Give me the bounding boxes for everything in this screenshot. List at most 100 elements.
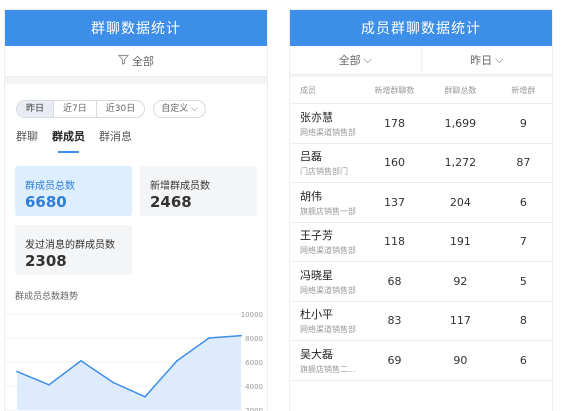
filter-icon	[117, 54, 130, 68]
new-members-cell: 87	[516, 156, 531, 170]
trend-point	[80, 360, 82, 362]
trend-point	[144, 396, 146, 398]
scope-label: 全部	[338, 54, 361, 67]
new-members-cell: 9	[519, 116, 527, 130]
date-7-days[interactable]: 近7日	[54, 101, 97, 117]
member-name: 吴大磊	[300, 347, 333, 361]
total-members-card[interactable]: 群成员总数 6680	[15, 166, 132, 216]
active-members-card[interactable]: 发过消息的群成员数 2308	[15, 225, 132, 275]
new-members-card[interactable]: 新增群成员数 2468	[140, 166, 257, 216]
scope-dropdown[interactable]: 全部 ⌵	[290, 46, 422, 74]
tab-group-members[interactable]: 群成员	[52, 128, 85, 153]
card-value: 2308	[25, 252, 67, 270]
total-groups-cell: 117	[449, 314, 471, 328]
member-cell: 杜小平网络渠道销售部	[290, 306, 363, 335]
card-label: 发过消息的群成员数	[25, 240, 115, 251]
new-members-cell: 8	[519, 314, 527, 328]
total-groups-cell: 92	[453, 274, 468, 288]
card-label: 群成员总数	[25, 181, 75, 192]
member-name: 张亦慧	[300, 110, 333, 124]
tab-group-messages[interactable]: 群消息	[99, 128, 132, 144]
trend-point	[16, 370, 18, 373]
total-groups-cell: 90	[453, 353, 468, 367]
y-tick-label: 6000	[245, 359, 263, 367]
total-groups-cell: 1,699	[444, 116, 477, 130]
member-cell: 吴大磊旗舰店销售二...	[290, 346, 363, 375]
date-yesterday[interactable]: 昨日	[17, 101, 55, 117]
custom-date-button[interactable]: 自定义 ⌵	[153, 100, 206, 118]
new-groups-cell: 68	[387, 274, 402, 288]
new-groups-cell: 178	[384, 116, 405, 130]
new-members-cell: 6	[519, 195, 527, 209]
table-row[interactable]: 吴大磊旗舰店销售二... 69 90 6	[290, 341, 552, 381]
member-cell: 冯晓星 网络渠道销售部	[290, 267, 363, 296]
filter-bar: 全部 ⌵ 昨日 ⌵	[290, 46, 552, 75]
table-header: 成员 新增群聊数 群聊总数 新增群	[290, 77, 552, 104]
member-cell: 张亦慧网络渠道销售部	[290, 109, 363, 138]
date-dropdown[interactable]: 昨日 ⌵	[422, 46, 553, 74]
y-tick-label: 2000	[245, 407, 263, 411]
filter-dropdown[interactable]: 全部	[5, 46, 267, 77]
card-value: 2468	[150, 193, 192, 211]
member-name: 王子芳	[300, 229, 333, 243]
group-stats-screen: 群聊数据统计 全部 昨日 近7日 近30日 自定义 ⌵ 群聊 群成员 群消息 群…	[5, 10, 267, 411]
trend-point	[208, 337, 210, 339]
table-row[interactable]: 张亦慧网络渠道销售部 178 1,699 9	[290, 104, 552, 144]
trend-point	[176, 360, 178, 362]
column-header-new-members[interactable]: 新增群	[495, 85, 552, 96]
member-department: 网络渠道销售部	[300, 285, 356, 295]
member-trend-chart: 10000 8000 6000 4000 2000	[5, 311, 263, 411]
column-header-member[interactable]: 成员	[290, 85, 363, 96]
member-cell: 王子芳网络渠道销售部	[290, 227, 363, 256]
member-department: 旗舰店销售二...	[300, 364, 356, 374]
new-groups-cell: 83	[387, 314, 402, 328]
y-tick-label: 10000	[241, 311, 263, 319]
date-label: 昨日	[470, 54, 493, 67]
custom-date-label: 自定义	[161, 104, 189, 114]
new-groups-cell: 137	[384, 195, 405, 209]
member-department: 网络渠道销售部	[300, 127, 356, 137]
new-members-cell: 7	[519, 235, 527, 249]
table-row[interactable]: 吕磊 门店销售部门 160 1,272 87	[290, 144, 552, 183]
date-30-days[interactable]: 近30日	[97, 101, 144, 117]
card-value: 6680	[25, 193, 67, 211]
trend-point	[240, 334, 242, 337]
table-row[interactable]: 胡伟 旗舰店销售一部 137 204 6	[290, 183, 552, 223]
column-header-new-groups[interactable]: 新增群聊数	[363, 85, 426, 96]
trend-area-fill	[17, 335, 241, 410]
tab-group-chats[interactable]: 群聊	[16, 128, 38, 144]
column-header-total-groups[interactable]: 群聊总数	[426, 85, 495, 96]
member-department: 网络渠道销售部	[300, 246, 356, 256]
total-groups-cell: 191	[449, 235, 471, 249]
member-table-body: 张亦慧 网络渠道销售部 178 1,699 9 吕磊 门店销售部门 160 1,272 87 胡伟旗…	[290, 104, 552, 381]
new-groups-cell: 160	[384, 156, 405, 170]
chevron-down-icon: ⌵	[363, 53, 372, 66]
trend-point	[48, 384, 50, 386]
filter-label: 全部	[132, 55, 154, 68]
y-tick-label: 8000	[245, 335, 263, 343]
member-name: 胡伟	[300, 189, 322, 203]
member-cell: 吕磊 门店销售部门	[290, 148, 363, 177]
section-divider	[5, 77, 267, 84]
member-group-stats-screen: 成员群聊数据统计 全部 ⌵ 昨日 ⌵ 成员 新增群聊数 群聊总数 新增群 张亦慧…	[290, 10, 552, 411]
total-groups-cell: 1,272	[444, 156, 477, 170]
y-tick-label: 4000	[245, 383, 263, 391]
date-range-selector: 昨日 近7日 近30日 自定义 ⌵	[16, 100, 206, 118]
member-cell: 胡伟 旗舰店销售一部	[290, 188, 363, 217]
table-row[interactable]: 杜小平网络渠道销售部 83 117 8	[290, 302, 552, 341]
member-name: 吕磊	[300, 150, 322, 164]
member-name: 杜小平	[300, 308, 333, 322]
table-row[interactable]: 王子芳网络渠道销售部 118 191 7	[290, 223, 552, 262]
card-label: 新增群成员数	[150, 181, 210, 192]
page-title: 群聊数据统计	[5, 10, 267, 46]
chevron-down-icon: ⌵	[191, 104, 198, 114]
stats-tabs: 群聊 群成员 群消息	[16, 128, 132, 153]
new-groups-cell: 118	[384, 235, 405, 249]
trend-point	[112, 381, 114, 384]
total-groups-cell: 204	[449, 195, 471, 209]
table-row[interactable]: 冯晓星 网络渠道销售部 68 92 5	[290, 262, 552, 302]
page-title: 成员群聊数据统计	[290, 10, 552, 46]
member-department: 网络渠道销售部	[300, 325, 356, 335]
new-members-cell: 6	[519, 353, 527, 367]
new-groups-cell: 69	[387, 353, 402, 367]
